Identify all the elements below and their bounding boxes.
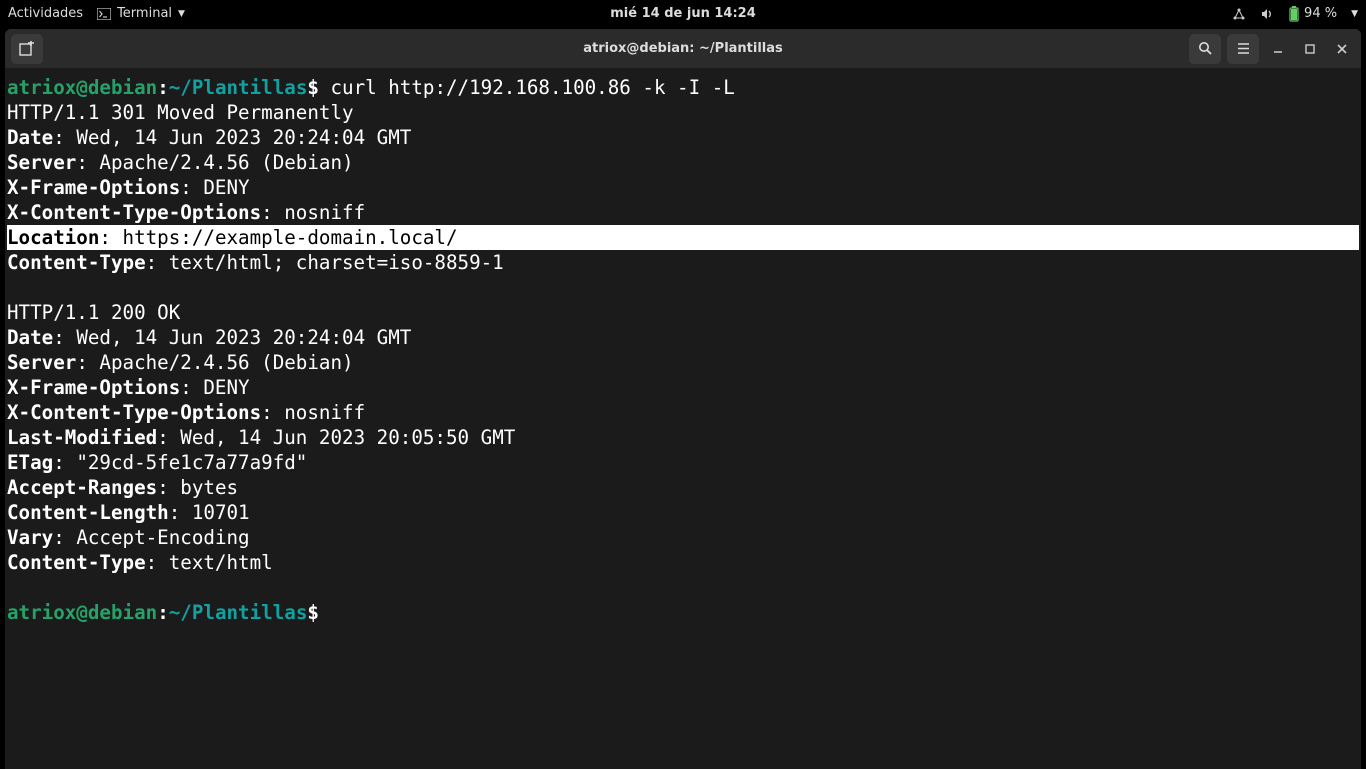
prompt-path: ~/Plantillas [169, 76, 308, 99]
header-line: X-Frame-Options: DENY [7, 175, 1359, 200]
header-line: Date: Wed, 14 Jun 2023 20:24:04 GMT [7, 325, 1359, 350]
battery-percent: 94 % [1304, 6, 1337, 21]
prompt-path: ~/Plantillas [169, 601, 308, 624]
gnome-topbar: Actividades Terminal ▼ mié 14 de jun 14:… [0, 0, 1366, 27]
terminal-output[interactable]: atriox@debian:~/Plantillas$ curl http://… [5, 69, 1361, 769]
activities-button[interactable]: Actividades [8, 6, 83, 21]
header-line: Date: Wed, 14 Jun 2023 20:24:04 GMT [7, 125, 1359, 150]
terminal-window: atriox@debian: ~/Plantillas atriox@debia… [5, 29, 1361, 769]
chevron-down-icon: ▼ [178, 9, 185, 19]
command-text: curl http://192.168.100.86 -k -I -L [319, 76, 735, 99]
hamburger-menu-button[interactable] [1227, 34, 1259, 64]
search-button[interactable] [1189, 34, 1221, 64]
clock[interactable]: mié 14 de jun 14:24 [610, 6, 755, 21]
header-line-highlighted: Location: https://example-domain.local/ [7, 225, 1359, 250]
app-menu[interactable]: Terminal ▼ [97, 6, 185, 21]
header-line: Server: Apache/2.4.56 (Debian) [7, 350, 1359, 375]
prompt-dollar: $ [307, 76, 319, 99]
prompt-user: atriox@debian [7, 76, 157, 99]
header-line: Accept-Ranges: bytes [7, 475, 1359, 500]
volume-icon [1260, 7, 1274, 21]
network-icon [1232, 7, 1246, 21]
app-menu-label: Terminal [117, 6, 172, 21]
header-line: Content-Type: text/html [7, 550, 1359, 575]
prompt-line: atriox@debian:~/Plantillas$ curl http://… [7, 75, 1359, 100]
prompt-dollar: $ [307, 601, 319, 624]
blank-line [7, 275, 1359, 300]
header-line: X-Content-Type-Options: nosniff [7, 200, 1359, 225]
prompt-line: atriox@debian:~/Plantillas$ [7, 600, 1359, 625]
header-line: Content-Type: text/html; charset=iso-885… [7, 250, 1359, 275]
blank-line [7, 575, 1359, 600]
maximize-button[interactable] [1297, 36, 1323, 62]
status-line: HTTP/1.1 200 OK [7, 300, 1359, 325]
header-line: Last-Modified: Wed, 14 Jun 2023 20:05:50… [7, 425, 1359, 450]
header-line: X-Content-Type-Options: nosniff [7, 400, 1359, 425]
header-line: Server: Apache/2.4.56 (Debian) [7, 150, 1359, 175]
header-line: Content-Length: 10701 [7, 500, 1359, 525]
prompt-sep: : [157, 76, 169, 99]
new-tab-button[interactable] [11, 34, 43, 64]
minimize-button[interactable] [1265, 36, 1291, 62]
header-line: ETag: "29cd-5fe1c7a77a9fd" [7, 450, 1359, 475]
close-button[interactable] [1329, 36, 1355, 62]
window-titlebar: atriox@debian: ~/Plantillas [5, 29, 1361, 69]
prompt-user: atriox@debian [7, 601, 157, 624]
status-line: HTTP/1.1 301 Moved Permanently [7, 100, 1359, 125]
header-line: Vary: Accept-Encoding [7, 525, 1359, 550]
terminal-icon [97, 8, 111, 20]
chevron-down-icon: ▼ [1351, 9, 1358, 19]
header-line: X-Frame-Options: DENY [7, 375, 1359, 400]
prompt-sep: : [157, 601, 169, 624]
battery-indicator: 94 % [1288, 6, 1337, 22]
window-title: atriox@debian: ~/Plantillas [583, 41, 783, 56]
system-tray[interactable]: 94 % ▼ [1232, 6, 1358, 22]
